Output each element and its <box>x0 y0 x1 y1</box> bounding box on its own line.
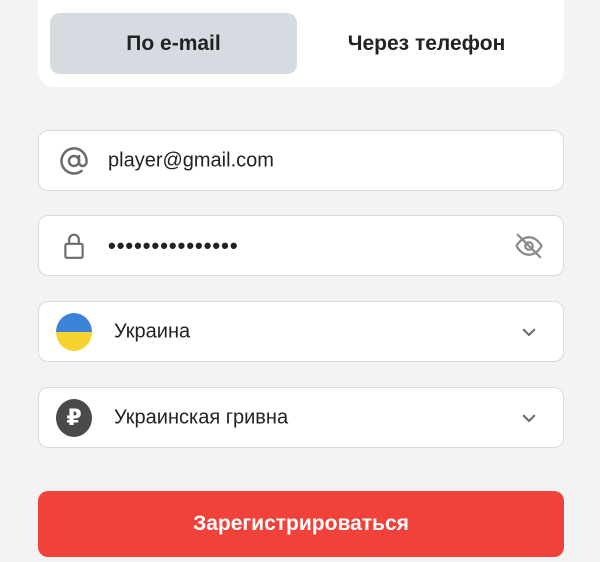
eye-off-icon[interactable] <box>513 230 545 262</box>
registration-method-tabs: По e-mail Через телефон <box>38 0 564 87</box>
chevron-down-icon[interactable] <box>513 402 545 434</box>
email-field[interactable]: player@gmail.com <box>38 130 564 191</box>
password-field[interactable]: ••••••••••••••• <box>38 215 564 276</box>
at-icon <box>56 143 92 179</box>
email-value: player@gmail.com <box>108 149 274 171</box>
country-value: Украина <box>114 320 191 342</box>
tab-email[interactable]: По e-mail <box>50 13 297 74</box>
lock-icon <box>56 228 92 264</box>
register-button[interactable]: Зарегистрироваться <box>38 491 564 557</box>
currency-symbol: ₽ <box>56 398 92 437</box>
ruble-icon: ₽ <box>56 398 92 437</box>
ukraine-flag-icon <box>56 312 92 351</box>
currency-value: Украинская гривна <box>114 406 289 428</box>
tab-phone[interactable]: Через телефон <box>303 13 550 74</box>
chevron-down-icon[interactable] <box>513 316 545 348</box>
password-value: ••••••••••••••• <box>108 232 239 258</box>
country-select[interactable]: Украина <box>38 301 564 362</box>
currency-select[interactable]: ₽ Украинская гривна <box>38 387 564 448</box>
